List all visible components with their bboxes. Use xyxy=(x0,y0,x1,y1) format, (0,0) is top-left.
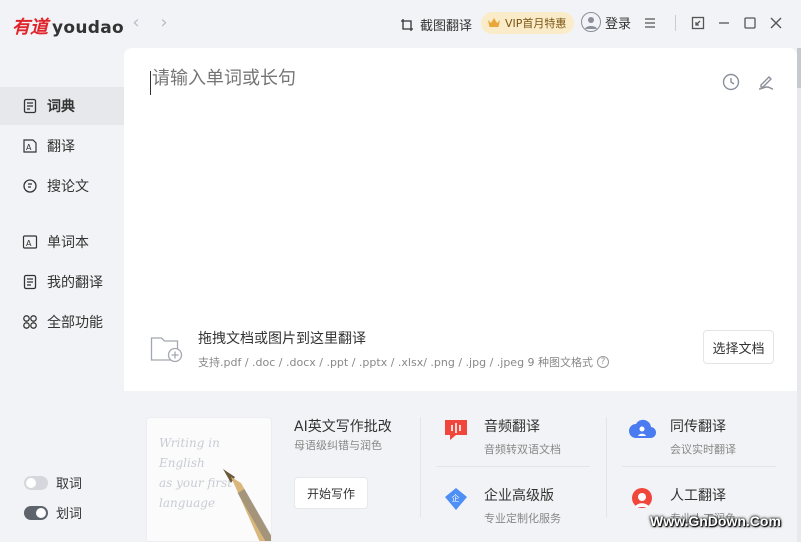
history-icon[interactable] xyxy=(721,72,741,92)
crop-icon xyxy=(400,18,414,32)
sidebar-item-translate[interactable]: A 翻译 xyxy=(0,127,124,165)
maximize-icon[interactable] xyxy=(741,14,759,32)
art-line: Writing in xyxy=(159,436,220,450)
start-writing-button[interactable]: 开始写作 xyxy=(294,477,368,509)
feature-simultaneous-translate[interactable]: 同传翻译 会议实时翻译 xyxy=(628,416,736,457)
dictionary-icon xyxy=(22,98,38,114)
sidebar-item-label: 单词本 xyxy=(47,235,89,251)
art-line: language xyxy=(159,496,216,510)
sidebar-item-wordbook[interactable]: A 单词本 xyxy=(0,223,124,261)
feature-title: 音频翻译 xyxy=(484,419,540,435)
sidebar-item-label: 搜论文 xyxy=(47,179,89,195)
sidebar: 词典 A 翻译 搜论文 A 单词本 我的翻译 全部功能 取词 划词 xyxy=(0,48,124,542)
close-icon[interactable] xyxy=(767,14,785,32)
toggle-label: 划词 xyxy=(56,507,83,522)
search-input[interactable] xyxy=(152,68,692,89)
avatar-icon xyxy=(581,12,601,32)
feature-subtitle: 音频转双语文档 xyxy=(484,443,561,456)
supported-formats: 支持.pdf / .doc / .docx / .ppt / .pptx / .… xyxy=(198,356,594,369)
handwriting-icon[interactable] xyxy=(756,72,776,92)
vip-label: VIP首月特惠 xyxy=(505,17,567,30)
vip-offer-button[interactable]: VIP首月特惠 xyxy=(481,12,575,34)
toggle-pick-word[interactable]: 取词 xyxy=(24,473,82,492)
feature-enterprise[interactable]: 企 企业高级版 专业定制化服务 xyxy=(442,485,561,526)
feature-title: 同传翻译 xyxy=(670,419,726,435)
sidebar-item-label: 翻译 xyxy=(47,139,75,155)
query-panel: 拖拽文档或图片到这里翻译 支持.pdf / .doc / .docx / .pp… xyxy=(124,48,797,391)
folder-add-icon xyxy=(150,334,184,364)
simultaneous-translate-icon xyxy=(628,416,656,444)
login-button[interactable]: 登录 xyxy=(581,12,631,32)
search-paper-icon xyxy=(22,178,38,194)
feature-subtitle: 会议实时翻译 xyxy=(670,443,736,456)
title-bar: 有道 youdao ‹ › 截图翻译 VIP首月特惠 登录 xyxy=(0,0,801,48)
minimize-icon[interactable] xyxy=(715,14,733,32)
screenshot-translate-button[interactable]: 截图翻译 xyxy=(400,15,472,34)
drop-title: 拖拽文档或图片到这里翻译 xyxy=(198,331,366,347)
titlebar-divider xyxy=(675,15,676,31)
sidebar-item-search-paper[interactable]: 搜论文 xyxy=(0,167,124,205)
scrollbar-track[interactable] xyxy=(797,48,801,542)
enterprise-icon: 企 xyxy=(442,485,470,513)
human-translate-icon xyxy=(628,485,656,513)
vip-crown-icon xyxy=(487,16,501,30)
divider xyxy=(420,417,421,517)
translate-icon: A xyxy=(22,138,38,154)
svg-text:企: 企 xyxy=(452,493,460,503)
youdao-logo: 有道 youdao xyxy=(12,13,124,39)
file-drop-zone[interactable]: 拖拽文档或图片到这里翻译 支持.pdf / .doc / .docx / .pp… xyxy=(150,328,610,370)
feature-title: 企业高级版 xyxy=(484,488,554,504)
sidebar-item-label: 词典 xyxy=(47,99,75,115)
feature-title: 人工翻译 xyxy=(670,488,726,504)
divider xyxy=(436,466,590,467)
divider xyxy=(622,466,776,467)
back-arrow-icon[interactable]: ‹ xyxy=(127,14,145,32)
screenshot-translate-label: 截图翻译 xyxy=(420,19,473,34)
wordbook-icon: A xyxy=(22,234,38,250)
pick-word-switch[interactable] xyxy=(24,475,48,490)
text-cursor xyxy=(150,71,151,95)
ai-writing-subtitle: 母语级纠错与润色 xyxy=(294,439,382,452)
feature-subtitle: 专业定制化服务 xyxy=(484,512,561,525)
scrollbar-thumb[interactable] xyxy=(797,48,801,88)
sidebar-item-label: 全部功能 xyxy=(47,315,103,331)
audio-translate-icon xyxy=(442,416,470,444)
logo-en: youdao xyxy=(52,18,124,38)
menu-icon[interactable] xyxy=(641,14,659,32)
drop-formats: 支持.pdf / .doc / .docx / .ppt / .pptx / .… xyxy=(198,354,610,370)
svg-text:A: A xyxy=(26,239,32,248)
select-word-switch[interactable] xyxy=(24,505,48,520)
all-features-icon xyxy=(22,314,38,330)
my-translation-icon xyxy=(22,274,38,290)
fountain-pen-icon xyxy=(223,469,271,541)
sidebar-item-label: 我的翻译 xyxy=(47,275,103,291)
ai-writing-title: AI英文写作批改 xyxy=(294,419,392,435)
forward-arrow-icon[interactable]: › xyxy=(155,14,173,32)
ai-writing-illustration: Writing in English as your first languag… xyxy=(146,417,272,542)
mini-mode-icon[interactable] xyxy=(689,14,707,32)
toggle-label: 取词 xyxy=(56,477,83,492)
sidebar-item-all-features[interactable]: 全部功能 xyxy=(0,303,124,341)
svg-text:A: A xyxy=(26,143,32,152)
help-icon[interactable]: ? xyxy=(597,356,610,368)
art-line: English xyxy=(159,456,205,470)
sidebar-item-dictionary[interactable]: 词典 xyxy=(0,87,124,125)
sidebar-item-my-translation[interactable]: 我的翻译 xyxy=(0,263,124,301)
divider xyxy=(606,417,607,517)
login-label: 登录 xyxy=(605,16,632,32)
toggle-select-word[interactable]: 划词 xyxy=(24,503,82,522)
feature-audio-translate[interactable]: 音频翻译 音频转双语文档 xyxy=(442,416,561,457)
logo-cn: 有道 xyxy=(12,17,48,38)
watermark: Www.GnDown.Com xyxy=(650,513,781,529)
choose-document-button[interactable]: 选择文档 xyxy=(703,330,774,364)
